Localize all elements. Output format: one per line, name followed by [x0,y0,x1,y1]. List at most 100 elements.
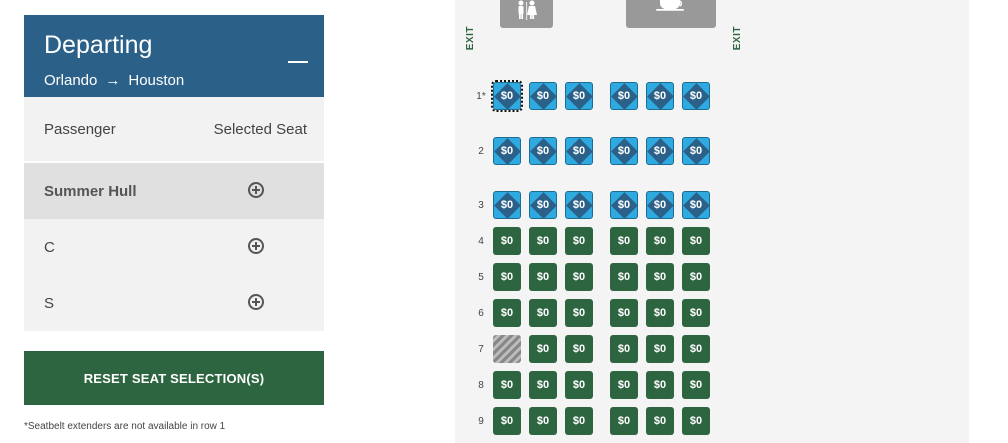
seat-5C[interactable]: $0 [565,263,593,291]
seat-6B[interactable]: $0 [529,299,557,327]
passenger-column-header: Passenger [44,121,116,138]
seat-price: $0 [689,415,703,427]
seat-4C[interactable]: $0 [565,227,593,255]
seat-9C[interactable]: $0 [565,407,593,435]
seat-price: $0 [653,343,667,355]
seat-price: $0 [653,145,667,157]
seat-price: $0 [572,343,586,355]
seat-8E[interactable]: $0 [646,371,674,399]
leg-title: Departing [44,31,153,59]
seat-3F[interactable]: $0 [682,191,710,219]
add-seat-plus-icon[interactable] [248,238,264,254]
seat-3E[interactable]: $0 [646,191,674,219]
seat-1E[interactable]: $0 [646,82,674,110]
seat-4E[interactable]: $0 [646,227,674,255]
seat-price: $0 [653,199,667,211]
seat-6D[interactable]: $0 [610,299,638,327]
row-number: 5 [478,272,484,283]
seat-8F[interactable]: $0 [682,371,710,399]
arrow-right-icon: → [105,72,121,89]
seat-3D[interactable]: $0 [610,191,638,219]
seat-1F[interactable]: $0 [682,82,710,110]
seat-price: $0 [653,379,667,391]
restroom-icon [500,0,553,28]
row-number: 7 [478,344,484,355]
passenger-row[interactable]: C [24,219,324,275]
seat-price: $0 [572,145,586,157]
seat-3A[interactable]: $0 [493,191,521,219]
seat-2E[interactable]: $0 [646,137,674,165]
seat-2B[interactable]: $0 [529,137,557,165]
seat-5B[interactable]: $0 [529,263,557,291]
seat-5E[interactable]: $0 [646,263,674,291]
seat-5A[interactable]: $0 [493,263,521,291]
seat-6C[interactable]: $0 [565,299,593,327]
seat-9A[interactable]: $0 [493,407,521,435]
seat-price: $0 [536,145,550,157]
seat-5F[interactable]: $0 [682,263,710,291]
seat-price: $0 [617,235,631,247]
seat-7D[interactable]: $0 [610,335,638,363]
seat-7E[interactable]: $0 [646,335,674,363]
page-gutter [969,0,1008,443]
reset-seat-selection-button[interactable]: RESET SEAT SELECTION(S) [24,351,324,405]
seat-7B[interactable]: $0 [529,335,557,363]
seat-7F[interactable]: $0 [682,335,710,363]
seat-4A[interactable]: $0 [493,227,521,255]
coffee-icon [626,0,716,28]
seat-8A[interactable]: $0 [493,371,521,399]
destination-city: Houston [128,72,185,89]
seat-price: $0 [572,307,586,319]
seat-price: $0 [617,271,631,283]
seat-8B[interactable]: $0 [529,371,557,399]
seat-2D[interactable]: $0 [610,137,638,165]
seat-4F[interactable]: $0 [682,227,710,255]
seat-price: $0 [572,235,586,247]
seat-6F[interactable]: $0 [682,299,710,327]
seat-1A[interactable]: $0 [491,80,523,112]
row-number: 3 [478,200,484,211]
add-seat-plus-icon[interactable] [248,294,264,310]
seat-price: $0 [653,271,667,283]
seat-8C[interactable]: $0 [565,371,593,399]
seat-price: $0 [500,379,514,391]
seat-2F[interactable]: $0 [682,137,710,165]
seat-price: $0 [536,415,550,427]
seat-price: $0 [617,90,631,102]
seat-price: $0 [572,379,586,391]
seat-price: $0 [500,415,514,427]
seat-5D[interactable]: $0 [610,263,638,291]
seat-1B[interactable]: $0 [529,82,557,110]
passenger-row[interactable]: S [24,275,324,331]
collapse-minus-icon[interactable] [288,61,308,63]
seat-4B[interactable]: $0 [529,227,557,255]
seat-9F[interactable]: $0 [682,407,710,435]
seat-7C[interactable]: $0 [565,335,593,363]
passenger-name: S [44,295,55,312]
seat-6A[interactable]: $0 [493,299,521,327]
seat-3B[interactable]: $0 [529,191,557,219]
row-number: 9 [478,416,484,427]
seat-1C[interactable]: $0 [565,82,593,110]
seat-9E[interactable]: $0 [646,407,674,435]
seat-4D[interactable]: $0 [610,227,638,255]
add-seat-plus-icon[interactable] [248,182,264,198]
seat-price: $0 [689,199,703,211]
passenger-name: C [44,239,55,256]
seat-price: $0 [572,271,586,283]
passenger-row[interactable]: Summer Hull [24,163,324,219]
seat-price: $0 [689,90,703,102]
seat-price: $0 [653,90,667,102]
seat-6E[interactable]: $0 [646,299,674,327]
seat-1D[interactable]: $0 [610,82,638,110]
seat-2A[interactable]: $0 [493,137,521,165]
seat-9D[interactable]: $0 [610,407,638,435]
selected-seat-column-header: Selected Seat [213,121,307,138]
seat-2C[interactable]: $0 [565,137,593,165]
seat-price: $0 [536,90,550,102]
seat-8D[interactable]: $0 [610,371,638,399]
seat-3C[interactable]: $0 [565,191,593,219]
seat-price: $0 [617,199,631,211]
seat-9B[interactable]: $0 [529,407,557,435]
seat-price: $0 [653,415,667,427]
